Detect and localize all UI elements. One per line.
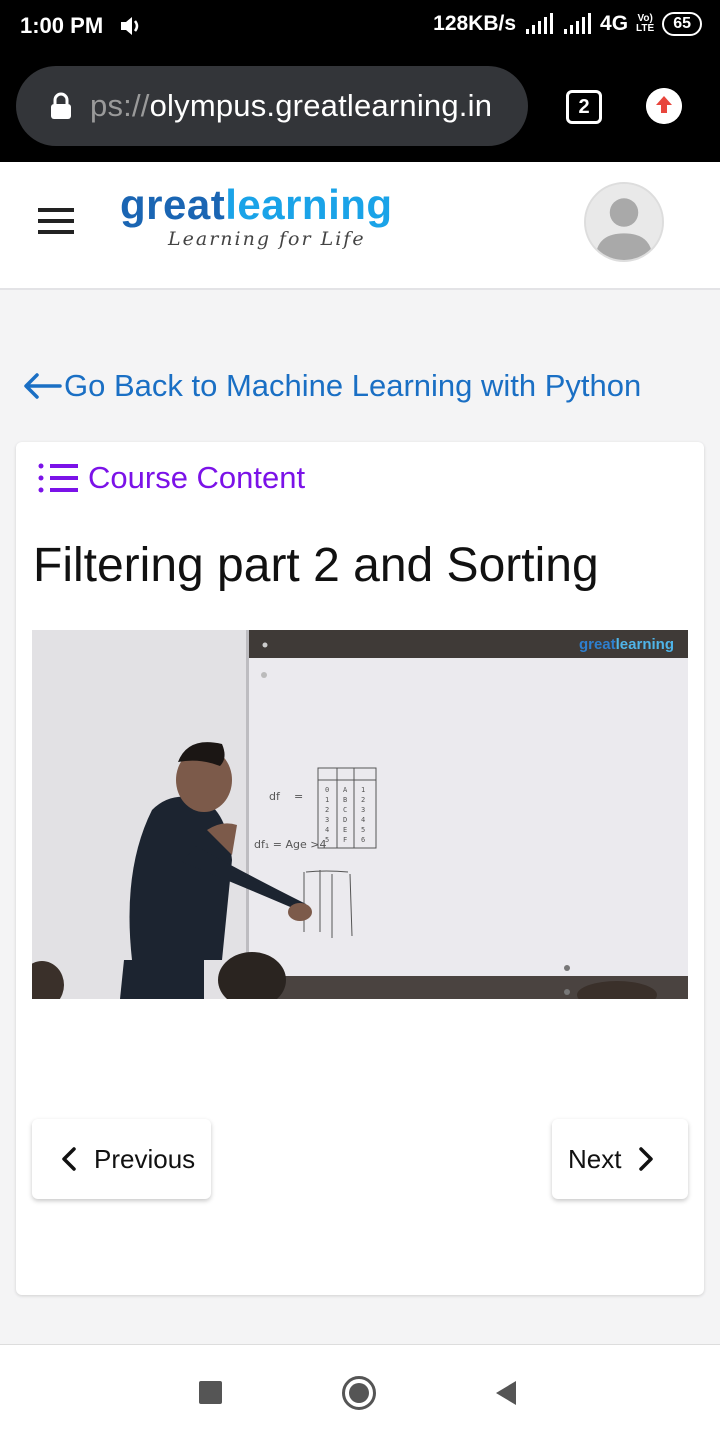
svg-text:5: 5 xyxy=(325,836,329,844)
chevron-right-icon xyxy=(639,1147,654,1171)
course-content-label: Course Content xyxy=(88,460,306,495)
lesson-title: Filtering part 2 and Sorting xyxy=(33,539,599,592)
svg-text:4: 4 xyxy=(361,816,365,824)
volte-bottom: LTE xyxy=(636,23,655,34)
network-speed: 128KB/s xyxy=(433,12,517,35)
svg-text:5: 5 xyxy=(361,826,365,834)
svg-text:1: 1 xyxy=(361,786,365,794)
site-header: greatlearning Learning for Life xyxy=(0,162,720,290)
arrow-up-icon[interactable] xyxy=(646,88,682,124)
video-player[interactable]: df = df₁ = Age >4 012 345 ABC DEF 123 45… xyxy=(32,630,688,999)
svg-text:2: 2 xyxy=(361,796,365,804)
svg-text:2: 2 xyxy=(325,806,329,814)
previous-button-label: Previous xyxy=(94,1143,196,1174)
url-host: olympus.greatlearning.in xyxy=(149,88,493,123)
volte-indicator: Vo) LTE xyxy=(636,14,654,34)
status-time: 1:00 PM xyxy=(20,13,104,38)
svg-text:=: = xyxy=(294,790,303,803)
chevron-left-icon xyxy=(62,1147,76,1171)
video-watermark: greatlearning xyxy=(579,636,674,653)
svg-text:6: 6 xyxy=(361,836,365,844)
svg-text:1: 1 xyxy=(325,796,329,804)
logo-learning: learning xyxy=(225,181,393,228)
url-scheme: ps:// xyxy=(90,88,150,123)
svg-text:df₁ = Age >4: df₁ = Age >4 xyxy=(254,838,326,851)
circle-icon[interactable] xyxy=(341,1375,377,1411)
course-content-toggle[interactable]: Course Content xyxy=(38,460,305,496)
previous-button[interactable]: Previous xyxy=(32,1119,211,1199)
logo[interactable]: greatlearning Learning for Life xyxy=(120,182,393,251)
url-bar[interactable]: ps://olympus.greatlearning.in xyxy=(16,66,528,146)
svg-text:3: 3 xyxy=(325,816,329,824)
next-button-label: Next xyxy=(568,1143,622,1174)
lock-icon xyxy=(51,92,71,119)
back-link-label: Go Back to Machine Learning with Python xyxy=(64,368,642,403)
triangle-back-icon[interactable] xyxy=(494,1379,518,1407)
square-icon[interactable] xyxy=(199,1381,222,1404)
svg-text:B: B xyxy=(343,796,347,804)
logo-tagline: Learning for Life xyxy=(168,228,366,250)
svg-text:df: df xyxy=(269,790,281,803)
status-bar: 1:00 PM 128KB/s 4G Vo) LTE 65 xyxy=(0,0,720,52)
svg-text:4: 4 xyxy=(325,826,329,834)
svg-text:F: F xyxy=(343,836,347,844)
video-watermark-great: great xyxy=(578,636,616,653)
next-button[interactable]: Next xyxy=(552,1119,688,1199)
video-watermark-learning: learning xyxy=(615,636,674,653)
avatar-icon[interactable] xyxy=(584,182,664,262)
volume-icon xyxy=(121,17,139,35)
status-indicators: 128KB/s 4G Vo) LTE 65 xyxy=(433,12,702,36)
back-link[interactable]: Go Back to Machine Learning with Python xyxy=(22,368,641,404)
android-nav-bar xyxy=(0,1344,720,1440)
svg-text:0: 0 xyxy=(325,786,329,794)
list-icon xyxy=(38,463,78,493)
url-text: ps://olympus.greatlearning.in xyxy=(90,88,492,124)
svg-text:E: E xyxy=(343,826,347,834)
arrow-left-icon xyxy=(24,373,62,399)
logo-wordmark: greatlearning xyxy=(120,182,393,228)
browser-toolbar: ps://olympus.greatlearning.in 2 xyxy=(0,52,720,162)
logo-great: great xyxy=(120,181,226,228)
lesson-card: Course Content Filtering part 2 and Sort… xyxy=(16,442,704,1295)
tab-switcher-button[interactable]: 2 xyxy=(566,90,602,124)
hamburger-icon[interactable] xyxy=(38,208,74,234)
battery-level: 65 xyxy=(662,12,702,36)
svg-text:3: 3 xyxy=(361,806,365,814)
network-type: 4G xyxy=(600,12,629,35)
signal-icon xyxy=(564,13,592,34)
svg-text:D: D xyxy=(343,816,347,824)
signal-icon xyxy=(526,13,554,34)
svg-text:C: C xyxy=(343,806,347,814)
video-frame: df = df₁ = Age >4 012 345 ABC DEF 123 45… xyxy=(32,630,688,999)
